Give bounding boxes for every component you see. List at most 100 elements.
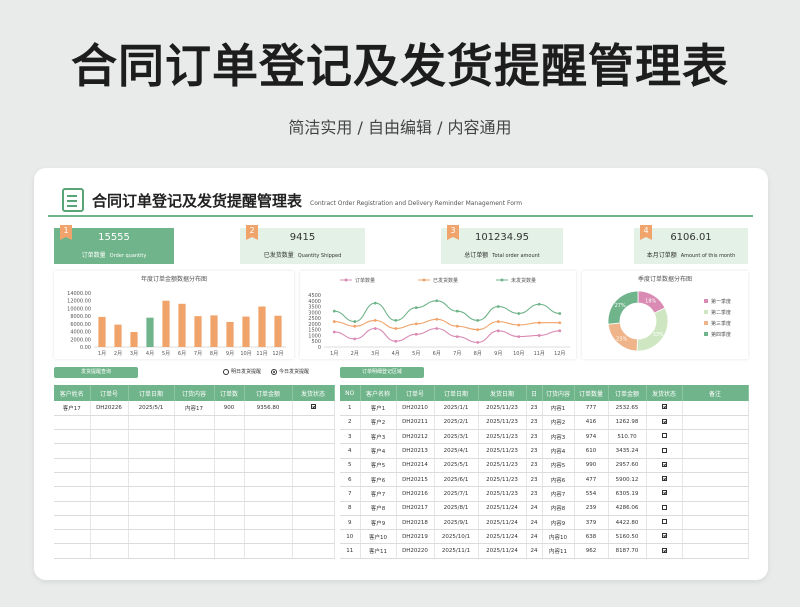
empty-cell[interactable] — [128, 458, 175, 473]
table-cell[interactable]: 2025/3/1 — [434, 429, 479, 445]
empty-cell[interactable] — [244, 486, 293, 502]
table-cell[interactable]: 内容8 — [542, 501, 575, 516]
table-cell[interactable]: 2025/11/24 — [478, 529, 527, 545]
table-cell[interactable]: 23 — [526, 443, 543, 459]
table-cell[interactable]: 客户1 — [360, 401, 397, 416]
table-cell[interactable]: 客户3 — [360, 429, 397, 445]
empty-cell[interactable] — [128, 543, 175, 559]
table-row[interactable] — [54, 501, 335, 516]
table-cell[interactable]: 554 — [574, 486, 609, 502]
table-cell[interactable]: 9356.80 — [244, 401, 293, 416]
status-checkbox-cell[interactable] — [646, 501, 683, 516]
table-cell[interactable]: 客户2 — [360, 415, 397, 431]
table-cell[interactable] — [682, 486, 749, 502]
table-cell[interactable]: DH20218 — [396, 515, 435, 531]
status-checkbox-cell[interactable] — [646, 543, 683, 559]
table-cell[interactable]: 416 — [574, 415, 609, 431]
checkbox-checked-icon[interactable] — [661, 461, 667, 467]
empty-cell[interactable] — [90, 543, 129, 559]
table-cell[interactable]: 10 — [340, 529, 361, 545]
table-row[interactable] — [54, 443, 335, 459]
empty-cell[interactable] — [292, 458, 335, 473]
table-row[interactable]: 11 客户11 DH20220 2025/11/1 2025/11/24 24 内容11 96… — [340, 543, 749, 559]
table-cell[interactable]: 客户10 — [360, 529, 397, 545]
empty-cell[interactable] — [128, 486, 175, 502]
table-cell[interactable]: 23 — [526, 401, 543, 416]
status-checkbox-cell[interactable] — [646, 458, 683, 473]
checkbox-icon[interactable] — [661, 447, 667, 453]
empty-cell[interactable] — [214, 472, 245, 488]
empty-cell[interactable] — [54, 529, 91, 545]
table-cell[interactable]: 客户6 — [360, 472, 397, 488]
table-cell[interactable]: 2025/11/23 — [478, 472, 527, 488]
empty-cell[interactable] — [244, 529, 293, 545]
table-cell[interactable]: 2025/7/1 — [434, 486, 479, 502]
empty-cell[interactable] — [174, 529, 215, 545]
empty-cell[interactable] — [90, 515, 129, 531]
table-row[interactable]: 客户17 DH20226 2025/5/1 内容17 900 9356.80 — [54, 401, 335, 416]
empty-cell[interactable] — [128, 443, 175, 459]
table-cell[interactable]: 974 — [574, 429, 609, 445]
table-cell[interactable]: 客户4 — [360, 443, 397, 459]
table-cell[interactable]: 23 — [526, 429, 543, 445]
radio-tomorrow[interactable]: 明日发货提醒 — [223, 368, 261, 375]
table-cell[interactable]: 2025/11/1 — [434, 543, 479, 559]
empty-cell[interactable] — [54, 429, 91, 445]
table-cell[interactable]: 990 — [574, 458, 609, 473]
status-checkbox-cell[interactable] — [646, 529, 683, 545]
status-checkbox-cell[interactable] — [646, 401, 683, 416]
empty-cell[interactable] — [174, 415, 215, 431]
column-header[interactable]: 订单日期 — [434, 385, 479, 401]
checkbox-checked-icon[interactable] — [661, 404, 667, 410]
table-cell[interactable]: 2025/11/23 — [478, 443, 527, 459]
table-cell[interactable]: 2025/10/1 — [434, 529, 479, 545]
table-cell[interactable]: 24 — [526, 515, 543, 531]
table-cell[interactable]: 610 — [574, 443, 609, 459]
table-cell[interactable]: 4286.06 — [608, 501, 647, 516]
table-cell[interactable]: 2025/5/1 — [434, 458, 479, 473]
table-cell[interactable]: DH20215 — [396, 472, 435, 488]
table-row[interactable] — [54, 472, 335, 488]
column-header[interactable]: 订单号 — [90, 385, 129, 401]
radio-today[interactable]: 今日发货提醒 — [271, 368, 309, 375]
table-cell[interactable]: 8187.70 — [608, 543, 647, 559]
empty-cell[interactable] — [214, 515, 245, 531]
empty-cell[interactable] — [90, 529, 129, 545]
table-cell[interactable]: DH20216 — [396, 486, 435, 502]
table-cell[interactable]: 962 — [574, 543, 609, 559]
empty-cell[interactable] — [90, 429, 129, 445]
table-cell[interactable]: 24 — [526, 543, 543, 559]
table-cell[interactable]: 6305.19 — [608, 486, 647, 502]
checkbox-icon[interactable] — [661, 504, 667, 510]
empty-cell[interactable] — [292, 515, 335, 531]
empty-cell[interactable] — [128, 515, 175, 531]
table-row[interactable]: 2 客户2 DH20211 2025/2/1 2025/11/23 23 内容2 416 126… — [340, 415, 749, 431]
table-cell[interactable]: 2025/11/23 — [478, 486, 527, 502]
table-cell[interactable]: 内容5 — [542, 458, 575, 473]
table-cell[interactable]: 2025/11/23 — [478, 401, 527, 416]
checkbox-checked-icon[interactable] — [310, 404, 316, 410]
status-checkbox-cell[interactable] — [646, 429, 683, 445]
table-row[interactable] — [54, 458, 335, 473]
table-row[interactable] — [54, 486, 335, 502]
empty-cell[interactable] — [128, 472, 175, 488]
status-checkbox-cell[interactable] — [646, 472, 683, 488]
empty-cell[interactable] — [244, 472, 293, 488]
empty-cell[interactable] — [292, 415, 335, 431]
table-cell[interactable]: 9 — [340, 515, 361, 531]
table-cell[interactable]: 5900.12 — [608, 472, 647, 488]
table-cell[interactable]: 客户9 — [360, 515, 397, 531]
status-checkbox-cell[interactable] — [646, 515, 683, 531]
table-cell[interactable]: 内容1 — [542, 401, 575, 416]
column-header[interactable]: 订单号 — [396, 385, 435, 401]
table-cell[interactable]: 2 — [340, 415, 361, 431]
column-header[interactable]: 客户名称 — [360, 385, 397, 401]
checkbox-checked-icon[interactable] — [661, 418, 667, 424]
checkbox-icon[interactable] — [661, 519, 667, 525]
empty-cell[interactable] — [214, 529, 245, 545]
table-cell[interactable]: 2957.60 — [608, 458, 647, 473]
table-cell[interactable]: 638 — [574, 529, 609, 545]
table-cell[interactable] — [682, 401, 749, 416]
column-header[interactable]: 发货日期 — [478, 385, 527, 401]
table-cell[interactable] — [682, 472, 749, 488]
